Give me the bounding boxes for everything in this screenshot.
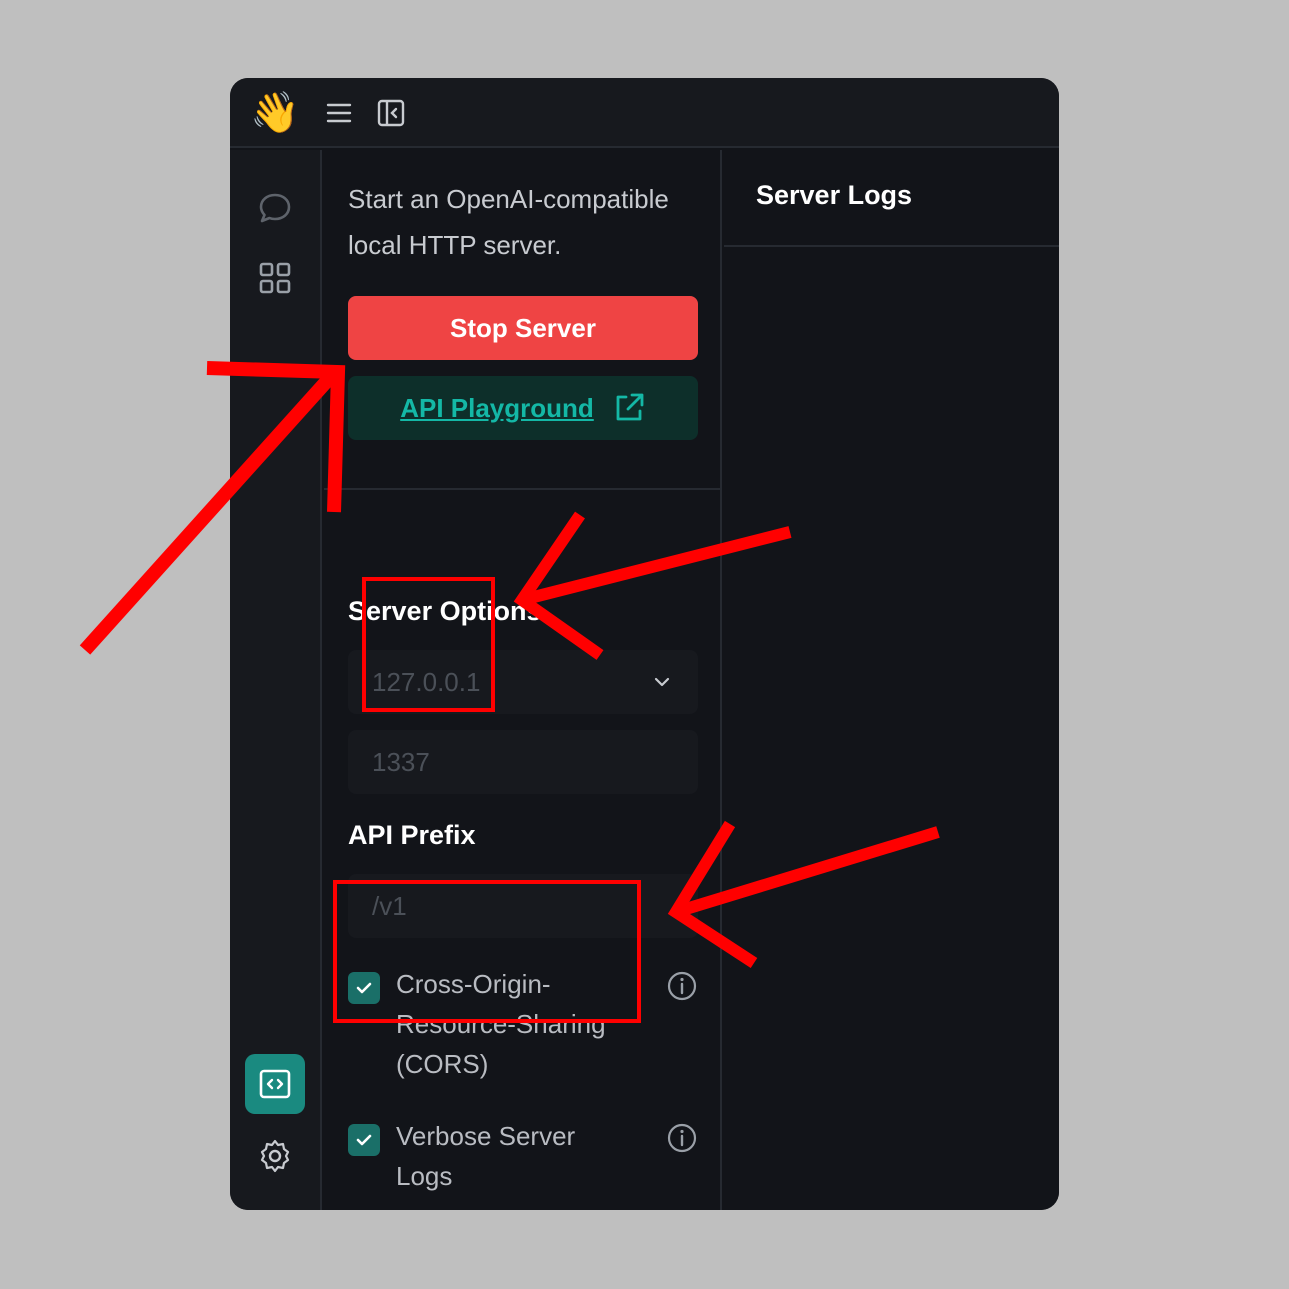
gear-icon bbox=[260, 1139, 290, 1173]
menu-icon[interactable] bbox=[326, 100, 352, 126]
verbose-logs-label: Verbose Server Logs bbox=[396, 1121, 576, 1191]
nav-hub-button[interactable] bbox=[245, 248, 305, 308]
server-options-title: Server Options bbox=[348, 596, 542, 626]
chevron-down-icon bbox=[654, 677, 670, 687]
cors-checkbox[interactable] bbox=[348, 972, 380, 1004]
port-input[interactable]: 1337 bbox=[348, 730, 698, 794]
code-icon bbox=[259, 1069, 291, 1099]
server-settings-panel: Start an OpenAI-compatible local HTTP se… bbox=[324, 150, 722, 1210]
server-logs-panel: Server Logs bbox=[724, 150, 1059, 1210]
stop-server-button[interactable]: Stop Server bbox=[348, 296, 698, 360]
host-select[interactable]: 127.0.0.1 bbox=[348, 650, 698, 714]
api-playground-label: API Playground bbox=[400, 392, 594, 423]
nav-settings-button[interactable] bbox=[245, 1126, 305, 1186]
api-prefix-value: /v1 bbox=[372, 890, 407, 921]
external-link-icon bbox=[616, 393, 644, 421]
api-prefix-title: API Prefix bbox=[348, 820, 476, 850]
api-playground-link[interactable]: API Playground bbox=[348, 376, 698, 440]
check-icon bbox=[356, 982, 372, 994]
port-value: 1337 bbox=[372, 746, 430, 777]
nav-chat-button[interactable] bbox=[245, 178, 305, 238]
check-icon bbox=[356, 1134, 372, 1146]
api-prefix-input[interactable]: /v1 bbox=[348, 874, 698, 938]
host-value: 127.0.0.1 bbox=[372, 666, 481, 697]
server-logs-title: Server Logs bbox=[756, 180, 913, 210]
section-divider bbox=[324, 488, 722, 490]
collapse-sidebar-icon[interactable] bbox=[376, 98, 406, 128]
nav-local-server-button[interactable] bbox=[245, 1054, 305, 1114]
grid-icon bbox=[259, 262, 291, 294]
server-description: Start an OpenAI-compatible local HTTP se… bbox=[348, 184, 669, 260]
nav-rail bbox=[230, 150, 322, 1210]
logs-divider bbox=[724, 245, 1059, 247]
waving-hand-icon: 👋 bbox=[250, 90, 300, 136]
title-bar: 👋 bbox=[230, 78, 1059, 148]
info-icon[interactable] bbox=[666, 970, 698, 1002]
cors-label: Cross-Origin-Resource-Sharing (CORS) bbox=[396, 969, 606, 1079]
app-window: 👋 Start an OpenAI-compatible local HTTP … bbox=[230, 78, 1059, 1210]
verbose-logs-checkbox[interactable] bbox=[348, 1124, 380, 1156]
chat-icon bbox=[259, 193, 291, 223]
info-icon[interactable] bbox=[666, 1122, 698, 1154]
